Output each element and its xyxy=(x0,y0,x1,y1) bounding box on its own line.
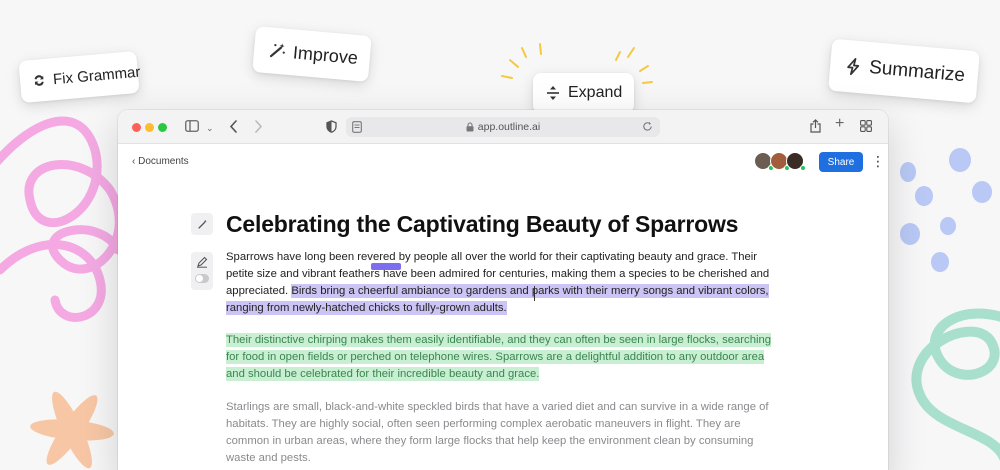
close-window-button[interactable] xyxy=(132,123,141,132)
highlighted-selection[interactable]: Birds bring a cheerful ambiance to garde… xyxy=(226,284,769,315)
avatar[interactable] xyxy=(786,152,806,171)
collaborator-avatars xyxy=(754,152,806,171)
lightning-icon xyxy=(847,58,860,76)
share-icon[interactable] xyxy=(810,119,821,133)
browser-toolbar: ⌄ app.outline.ai + xyxy=(118,110,888,144)
back-icon[interactable] xyxy=(229,120,238,133)
tab-overview-icon[interactable] xyxy=(860,120,872,132)
paragraph-tools[interactable] xyxy=(191,252,213,290)
paragraph-2[interactable]: Their distinctive chirping makes them ea… xyxy=(226,332,781,383)
reader-icon[interactable] xyxy=(352,121,362,133)
minimize-window-button[interactable] xyxy=(145,123,154,132)
magic-wand-icon xyxy=(269,43,285,58)
fix-grammar-label: Fix Grammar xyxy=(52,63,142,88)
more-options-icon[interactable]: ⋮ xyxy=(871,152,885,170)
chevron-down-icon[interactable]: ⌄ xyxy=(206,121,214,135)
browser-window: ⌄ app.outline.ai + ‹ Documents Share ⋮ C… xyxy=(118,110,888,470)
expand-chip[interactable]: Expand xyxy=(533,73,634,113)
paragraph-1[interactable]: Sparrows have long been revered by peopl… xyxy=(226,249,781,317)
share-button[interactable]: Share xyxy=(819,152,863,172)
shield-icon[interactable] xyxy=(326,120,337,133)
ai-improve-button[interactable] xyxy=(191,213,213,235)
expand-label: Expand xyxy=(568,84,623,101)
text-caret xyxy=(534,286,535,301)
online-status-dot xyxy=(800,165,806,171)
expand-icon xyxy=(547,86,559,100)
improve-label: Improve xyxy=(292,41,359,68)
new-tab-icon[interactable]: + xyxy=(835,116,844,132)
collaborator-cursor-label xyxy=(371,263,401,270)
summarize-label: Summarize xyxy=(868,56,966,87)
maximize-window-button[interactable] xyxy=(158,123,167,132)
forward-icon[interactable] xyxy=(254,120,263,133)
address-bar[interactable]: app.outline.ai xyxy=(346,117,660,137)
url-text: app.outline.ai xyxy=(477,121,541,133)
sidebar-icon[interactable] xyxy=(185,120,199,132)
green-highlighted-text[interactable]: Their distinctive chirping makes them ea… xyxy=(226,333,772,381)
document-header: ‹ Documents Share ⋮ xyxy=(118,144,888,180)
pen-icon xyxy=(197,256,208,268)
reload-icon[interactable] xyxy=(642,121,653,132)
paragraph-3[interactable]: Starlings are small, black-and-white spe… xyxy=(226,399,781,467)
breadcrumb-documents[interactable]: ‹ Documents xyxy=(132,156,189,167)
magic-wand-icon xyxy=(197,219,207,229)
refresh-icon xyxy=(34,75,44,86)
ai-toggle[interactable] xyxy=(195,274,209,283)
lock-icon xyxy=(466,122,474,132)
document-title[interactable]: Celebrating the Captivating Beauty of Sp… xyxy=(226,211,826,238)
